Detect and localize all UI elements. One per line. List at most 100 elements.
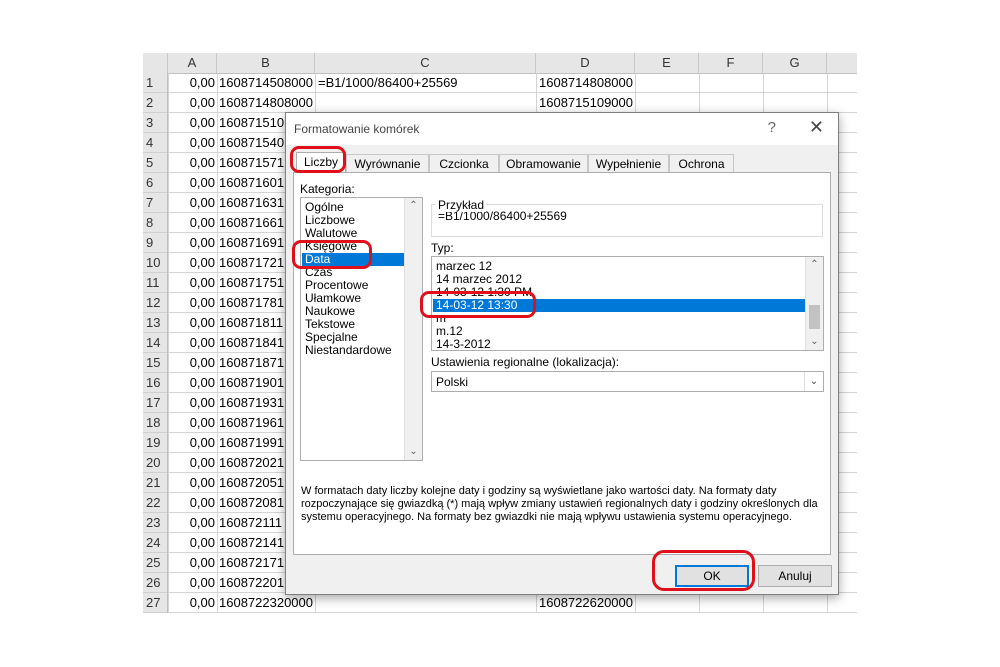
cell-a8[interactable]: 0,00 <box>168 213 215 233</box>
row-header[interactable]: 22 <box>143 493 167 513</box>
row-header-bar: 1 2 3 4 5 6 7 8 9 10 11 12 13 14 15 16 17 18 19 20 21 22 23 24 2… <box>143 73 168 613</box>
select-all-corner[interactable] <box>143 53 168 73</box>
close-icon[interactable]: ✕ <box>809 117 824 138</box>
row-header[interactable]: 13 <box>143 313 167 333</box>
cell-a20[interactable]: 0,00 <box>168 453 215 473</box>
column-header-g[interactable]: G <box>763 53 827 73</box>
row-header[interactable]: 8 <box>143 213 167 233</box>
row-header[interactable]: 3 <box>143 113 167 133</box>
cell-a19[interactable]: 0,00 <box>168 433 215 453</box>
cell-a6[interactable]: 0,00 <box>168 173 215 193</box>
cell-c2[interactable] <box>318 93 534 113</box>
cell-d2[interactable]: 1608715109000 <box>539 93 634 113</box>
cell-a13[interactable]: 0,00 <box>168 313 215 333</box>
cell-a9[interactable]: 0,00 <box>168 233 215 253</box>
row-header[interactable]: 18 <box>143 413 167 433</box>
category-scrollbar[interactable]: ⌃ ⌄ <box>404 198 422 460</box>
cell-a16[interactable]: 0,00 <box>168 373 215 393</box>
annotation-ring-ok <box>652 550 755 591</box>
cell-a2[interactable]: 0,00 <box>168 93 215 113</box>
column-header-c[interactable]: C <box>315 53 536 73</box>
sample-label: Przykład <box>436 198 487 212</box>
row-header[interactable]: 20 <box>143 453 167 473</box>
row-header[interactable]: 24 <box>143 533 167 553</box>
chevron-down-icon[interactable]: ⌄ <box>804 372 823 391</box>
column-header-e[interactable]: E <box>635 53 699 73</box>
cell-c1[interactable]: =B1/1000/86400+25569 <box>318 73 534 93</box>
locale-value: Polski <box>436 375 469 389</box>
annotation-ring-category <box>292 240 372 269</box>
row-header[interactable]: 27 <box>143 593 167 613</box>
row-header[interactable]: 2 <box>143 93 167 113</box>
column-header-h[interactable] <box>827 53 857 73</box>
row-header[interactable]: 19 <box>143 433 167 453</box>
cell-a27[interactable]: 0,00 <box>168 593 215 613</box>
row-header[interactable]: 26 <box>143 573 167 593</box>
scroll-thumb[interactable] <box>809 305 820 329</box>
row-header[interactable]: 25 <box>143 553 167 573</box>
row-header[interactable]: 6 <box>143 173 167 193</box>
row-header[interactable]: 11 <box>143 273 167 293</box>
column-header-a[interactable]: A <box>168 53 217 73</box>
column-header-b[interactable]: B <box>217 53 315 73</box>
cell-a11[interactable]: 0,00 <box>168 273 215 293</box>
tab-czcionka[interactable]: Czcionka <box>429 154 499 173</box>
format-cells-dialog: Formatowanie komórek ? ✕ Liczby Wyrównan… <box>285 112 839 595</box>
column-header-d[interactable]: D <box>536 53 635 73</box>
row-header[interactable]: 17 <box>143 393 167 413</box>
row-header[interactable]: 1 <box>143 73 167 93</box>
cell-d27[interactable]: 1608722620000 <box>539 593 634 613</box>
row-header[interactable]: 10 <box>143 253 167 273</box>
cell-a15[interactable]: 0,00 <box>168 353 215 373</box>
cell-a7[interactable]: 0,00 <box>168 193 215 213</box>
tab-wyrownanie[interactable]: Wyrównanie <box>346 154 429 173</box>
row-header[interactable]: 4 <box>143 133 167 153</box>
row-header[interactable]: 12 <box>143 293 167 313</box>
locale-combobox[interactable]: Polski ⌄ <box>431 371 824 392</box>
cancel-button[interactable]: Anuluj <box>758 565 832 587</box>
row-header[interactable]: 16 <box>143 373 167 393</box>
row-header[interactable]: 9 <box>143 233 167 253</box>
cell-a18[interactable]: 0,00 <box>168 413 215 433</box>
cell-a4[interactable]: 0,00 <box>168 133 215 153</box>
cell-a1[interactable]: 0,00 <box>168 73 215 93</box>
cell-a10[interactable]: 0,00 <box>168 253 215 273</box>
cell-a25[interactable]: 0,00 <box>168 553 215 573</box>
cell-a21[interactable]: 0,00 <box>168 473 215 493</box>
tab-ochrona[interactable]: Ochrona <box>669 154 734 173</box>
locale-label: Ustawienia regionalne (lokalizacja): <box>431 355 620 369</box>
dialog-title: Formatowanie komórek <box>294 122 420 136</box>
cell-a24[interactable]: 0,00 <box>168 533 215 553</box>
scroll-down-icon[interactable]: ⌄ <box>806 334 823 350</box>
row-header[interactable]: 23 <box>143 513 167 533</box>
type-scrollbar[interactable]: ⌃ ⌄ <box>805 257 823 350</box>
cell-a17[interactable]: 0,00 <box>168 393 215 413</box>
cell-a22[interactable]: 0,00 <box>168 493 215 513</box>
dialog-titlebar: Formatowanie komórek ? ✕ <box>286 113 838 145</box>
category-item[interactable]: Niestandardowe <box>305 344 392 357</box>
cell-a23[interactable]: 0,00 <box>168 513 215 533</box>
cell-c27[interactable] <box>318 593 534 613</box>
type-label: Typ: <box>431 241 454 255</box>
scroll-up-icon[interactable]: ⌃ <box>806 257 823 273</box>
help-icon[interactable]: ? <box>768 119 776 136</box>
cell-a12[interactable]: 0,00 <box>168 293 215 313</box>
row-header[interactable]: 21 <box>143 473 167 493</box>
row-header[interactable]: 15 <box>143 353 167 373</box>
category-listbox[interactable]: Ogólne Liczbowe Walutowe Księgowe Data Czas Pr… <box>300 197 423 461</box>
row-header[interactable]: 7 <box>143 193 167 213</box>
cell-a14[interactable]: 0,00 <box>168 333 215 353</box>
type-item[interactable]: 14-3-2012 <box>436 338 491 351</box>
tab-obramowanie[interactable]: Obramowanie <box>499 154 588 173</box>
scroll-down-icon[interactable]: ⌄ <box>405 444 422 460</box>
scroll-up-icon[interactable]: ⌃ <box>405 198 422 214</box>
row-header[interactable]: 5 <box>143 153 167 173</box>
row-header[interactable]: 14 <box>143 333 167 353</box>
cell-a26[interactable]: 0,00 <box>168 573 215 593</box>
format-description: W formatach daty liczby kolejne daty i g… <box>301 485 818 523</box>
column-header-f[interactable]: F <box>699 53 763 73</box>
cell-a3[interactable]: 0,00 <box>168 113 215 133</box>
tab-wypelnienie[interactable]: Wypełnienie <box>588 154 669 173</box>
cell-a5[interactable]: 0,00 <box>168 153 215 173</box>
cell-d1[interactable]: 1608714808000 <box>539 73 634 93</box>
